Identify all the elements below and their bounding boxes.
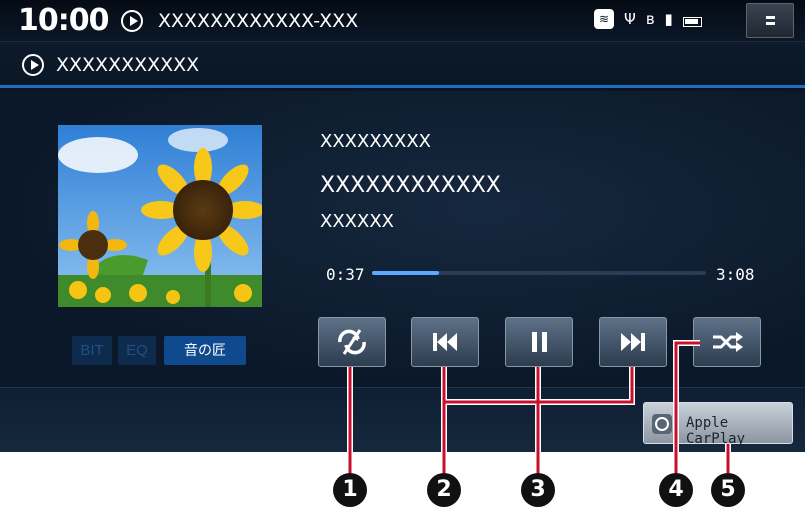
bluetooth-icon: ʙ xyxy=(645,10,655,28)
status-now-playing: XXXXXXXXXXXX-XXX xyxy=(158,10,359,32)
progress-fill xyxy=(372,271,439,275)
track-line-1: XXXXXXXXX xyxy=(320,131,431,152)
callout-3: 3 xyxy=(521,473,555,507)
player-main: XXXXXXXXX XXXXXXXXXXXX XXXXXX 0:37 3:08 … xyxy=(0,91,805,387)
apple-carplay-button[interactable]: Apple CarPlay xyxy=(643,402,793,447)
bit-badge[interactable]: BIT xyxy=(72,336,112,365)
source-play-icon xyxy=(22,54,44,76)
callout-5: 5 xyxy=(711,473,745,507)
previous-button[interactable] xyxy=(411,317,479,367)
menu-button[interactable] xyxy=(746,3,794,38)
repeat-off-icon xyxy=(338,329,366,355)
next-button[interactable] xyxy=(599,317,667,367)
track-title: XXXXXXXXXXXX xyxy=(320,173,501,198)
track-line-3: XXXXXX xyxy=(320,211,394,232)
callout-2: 2 xyxy=(427,473,461,507)
battery-icon xyxy=(682,16,702,27)
shuffle-button[interactable] xyxy=(693,317,761,367)
elapsed-time: 0:37 xyxy=(326,265,365,284)
total-time: 3:08 xyxy=(716,265,755,284)
shuffle-icon xyxy=(713,332,743,352)
repeat-button[interactable] xyxy=(318,317,386,367)
source-bar: XXXXXXXXXXX xyxy=(0,42,805,88)
signal-icon: ▮ xyxy=(664,10,673,28)
status-icons: ≋ Ψ ʙ ▮ xyxy=(594,9,702,29)
pause-icon xyxy=(532,332,547,352)
status-bar: 10:00 XXXXXXXXXXXX-XXX ≋ Ψ ʙ ▮ xyxy=(0,0,805,42)
head-unit-screen: 10:00 XXXXXXXXXXXX-XXX ≋ Ψ ʙ ▮ XXXXXXXXX… xyxy=(0,0,805,452)
clock: 10:00 xyxy=(18,3,109,38)
source-title: XXXXXXXXXXX xyxy=(56,54,200,76)
play-source-icon xyxy=(121,10,143,32)
skip-previous-icon xyxy=(433,333,457,351)
album-art xyxy=(58,125,262,307)
callout-1: 1 xyxy=(333,473,367,507)
carplay-label: Apple CarPlay xyxy=(686,415,746,447)
callout-4: 4 xyxy=(659,473,693,507)
wifi-icon: ≋ xyxy=(594,9,614,29)
skip-next-icon xyxy=(621,333,645,351)
eq-badge[interactable]: EQ xyxy=(118,336,156,365)
progress-bar[interactable] xyxy=(372,271,706,275)
usb-icon: Ψ xyxy=(624,10,636,28)
carplay-icon xyxy=(652,414,672,434)
pause-button[interactable] xyxy=(505,317,573,367)
oto-no-takumi-button[interactable]: 音の匠 xyxy=(164,336,246,365)
